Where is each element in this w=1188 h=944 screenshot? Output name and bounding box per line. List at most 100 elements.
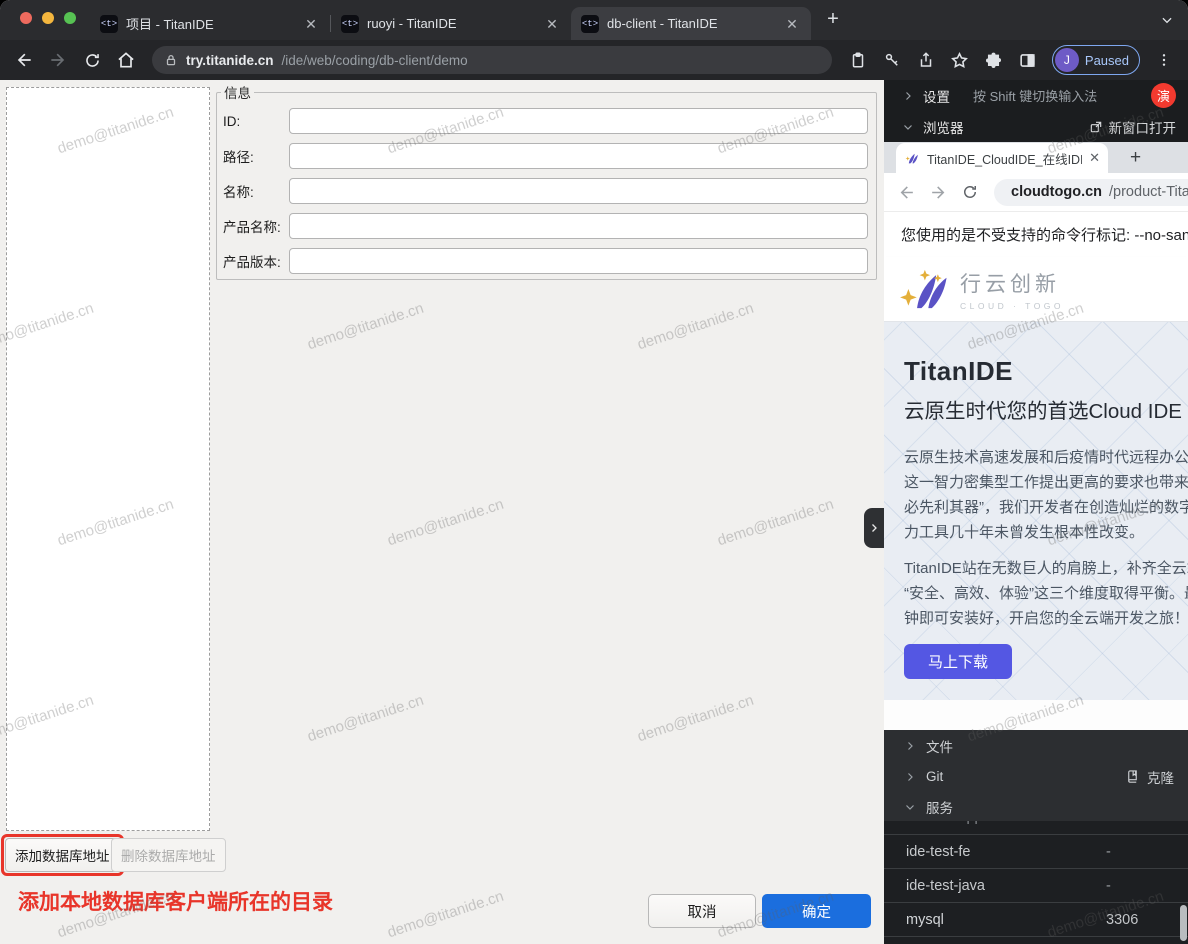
confirm-button[interactable]: 确定 xyxy=(762,894,871,928)
tab-db-client[interactable]: <t> db-client - TitanIDE ✕ xyxy=(571,7,811,40)
cancel-button[interactable]: 取消 xyxy=(648,894,756,928)
zoom-window-button[interactable] xyxy=(64,12,76,24)
url-path: /product-TitanIDE xyxy=(1109,184,1188,200)
profile-avatar: J xyxy=(1055,48,1079,72)
services-section-header[interactable]: 服务 xyxy=(884,792,1188,821)
info-fieldset: 信息 ID: 路径: 名称: 产品名称: 产品版本: xyxy=(216,82,877,280)
share-icon[interactable] xyxy=(912,46,940,74)
name-field[interactable] xyxy=(289,178,868,204)
home-icon[interactable] xyxy=(112,46,140,74)
url-host: try.titanide.cn xyxy=(186,53,274,68)
brand-name: 行云创新 xyxy=(960,268,1064,298)
chevron-down-icon xyxy=(904,801,916,813)
demo-badge[interactable]: 演 xyxy=(1151,83,1176,108)
chevron-right-icon xyxy=(904,740,916,752)
url-path: /ide/web/coding/db-client/demo xyxy=(282,53,468,68)
chevron-down-icon xyxy=(902,121,914,133)
close-tab-icon[interactable]: ✕ xyxy=(543,15,561,33)
unsupported-flag-warning: 您使用的是不受支持的命令行标记: --no-sandbox xyxy=(884,211,1188,257)
path-field[interactable] xyxy=(289,143,868,169)
hero-paragraph-1: 云原生技术高速发展和后疫情时代远程办公等多种 这一智力密集型工作提出更高的要求也… xyxy=(904,445,1188,545)
reload-icon[interactable] xyxy=(78,46,106,74)
browser-toolbar: try.titanide.cn/ide/web/coding/db-client… xyxy=(0,40,1188,80)
tab-project[interactable]: <t> 项目 - TitanIDE ✕ xyxy=(90,7,330,40)
inner-browser-tabstrip: TitanIDE_CloudIDE_在线IDE_官网 ✕ + xyxy=(884,142,1188,173)
sidebar-collapse-handle[interactable] xyxy=(864,508,884,548)
db-client-page: 信息 ID: 路径: 名称: 产品名称: 产品版本: xyxy=(0,80,884,944)
hero-title: TitanIDE xyxy=(904,356,1188,387)
id-field[interactable] xyxy=(289,108,868,134)
titanide-favicon: <t> xyxy=(581,15,599,33)
titanide-favicon: <t> xyxy=(100,15,118,33)
close-window-button[interactable] xyxy=(20,12,32,24)
inner-tab-title: TitanIDE_CloudIDE_在线IDE_官网 xyxy=(927,149,1082,168)
name-label: 名称: xyxy=(223,181,289,201)
tab-title: 项目 - TitanIDE xyxy=(126,14,294,33)
add-db-address-button[interactable]: 添加数据库地址 xyxy=(5,838,120,872)
services-scrollbar[interactable] xyxy=(1180,905,1187,941)
profile-paused-button[interactable]: J Paused xyxy=(1052,45,1140,75)
product-version-label: 产品版本: xyxy=(223,251,289,271)
path-label: 路径: xyxy=(223,146,289,166)
tab-title: ruoyi - TitanIDE xyxy=(367,16,535,31)
minimize-window-button[interactable] xyxy=(42,12,54,24)
forward-icon[interactable] xyxy=(924,178,952,206)
password-key-icon[interactable] xyxy=(878,46,906,74)
product-name-field[interactable] xyxy=(289,213,868,239)
browser-window: <t> 项目 - TitanIDE ✕ <t> ruoyi - TitanIDE… xyxy=(0,0,1188,944)
hero-subtitle: 云原生时代您的首选Cloud IDE xyxy=(904,394,1188,424)
cloudtogo-brand-header: 行云创新 CLOUD · TOGO xyxy=(884,257,1188,322)
traffic-lights xyxy=(0,12,90,24)
ide-panel-sections: 文件 Git 克隆 服务 ide-test-app-v1 - ide-test-… xyxy=(884,730,1188,944)
inner-browser-tab[interactable]: TitanIDE_CloudIDE_在线IDE_官网 ✕ xyxy=(896,143,1108,173)
id-label: ID: xyxy=(223,114,289,129)
forward-icon[interactable] xyxy=(44,46,72,74)
inner-address-bar[interactable]: cloudtogo.cn/product-TitanIDE xyxy=(994,179,1188,206)
browser-page-gap xyxy=(884,700,1188,730)
url-host: cloudtogo.cn xyxy=(1011,184,1102,200)
service-row[interactable]: ide-test-fe - xyxy=(884,835,1188,869)
back-icon[interactable] xyxy=(10,46,38,74)
tab-ruoyi[interactable]: <t> ruoyi - TitanIDE ✕ xyxy=(331,7,571,40)
delete-db-address-button[interactable]: 删除数据库地址 xyxy=(111,838,226,872)
service-row[interactable]: mysql 3306 xyxy=(884,903,1188,937)
tab-title: db-client - TitanIDE xyxy=(607,16,775,31)
clipboard-icon[interactable] xyxy=(844,46,872,74)
extensions-puzzle-icon[interactable] xyxy=(980,46,1008,74)
close-tab-icon[interactable]: ✕ xyxy=(302,15,320,33)
repo-icon xyxy=(1125,769,1140,784)
close-tab-icon[interactable]: ✕ xyxy=(1089,150,1100,166)
reload-icon[interactable] xyxy=(956,178,984,206)
tab-search-chevron-icon[interactable] xyxy=(1160,13,1174,27)
open-new-window-button[interactable]: 新窗口打开 xyxy=(1089,117,1177,137)
bookmark-star-icon[interactable] xyxy=(946,46,974,74)
services-label: 服务 xyxy=(926,797,953,817)
git-clone-button[interactable]: 克隆 xyxy=(1125,767,1174,787)
kebab-menu-icon[interactable] xyxy=(1150,46,1178,74)
settings-section-header[interactable]: 设置 按 Shift 键切换输入法 演 xyxy=(884,80,1188,111)
address-bar[interactable]: try.titanide.cn/ide/web/coding/db-client… xyxy=(152,46,832,74)
browser-label: 浏览器 xyxy=(923,117,964,137)
files-label: 文件 xyxy=(926,736,953,756)
hero-section: TitanIDE 云原生时代您的首选Cloud IDE 云原生技术高速发展和后疫… xyxy=(884,322,1188,700)
chevron-right-icon xyxy=(868,522,880,534)
browser-section-header[interactable]: 浏览器 新窗口打开 xyxy=(884,111,1188,142)
service-row[interactable]: ide-test-app-v1 - xyxy=(884,821,1188,835)
service-row[interactable]: ide-test-java - xyxy=(884,869,1188,903)
git-section-header[interactable]: Git 克隆 xyxy=(884,761,1188,792)
settings-label: 设置 xyxy=(923,86,950,106)
ime-hint: 按 Shift 键切换输入法 xyxy=(973,86,1097,105)
db-address-list[interactable] xyxy=(6,87,210,831)
product-version-field[interactable] xyxy=(289,248,868,274)
side-panel-icon[interactable] xyxy=(1014,46,1042,74)
download-button[interactable]: 马上下载 xyxy=(904,644,1012,679)
close-tab-icon[interactable]: ✕ xyxy=(783,15,801,33)
new-tab-button[interactable]: + xyxy=(819,6,847,34)
files-section-header[interactable]: 文件 xyxy=(884,730,1188,761)
chevron-right-icon xyxy=(902,90,914,102)
titanide-favicon: <t> xyxy=(341,15,359,33)
back-icon[interactable] xyxy=(892,178,920,206)
brand-tagline: CLOUD · TOGO xyxy=(960,301,1064,311)
new-tab-button[interactable]: + xyxy=(1130,147,1141,169)
paused-label: Paused xyxy=(1085,53,1129,68)
